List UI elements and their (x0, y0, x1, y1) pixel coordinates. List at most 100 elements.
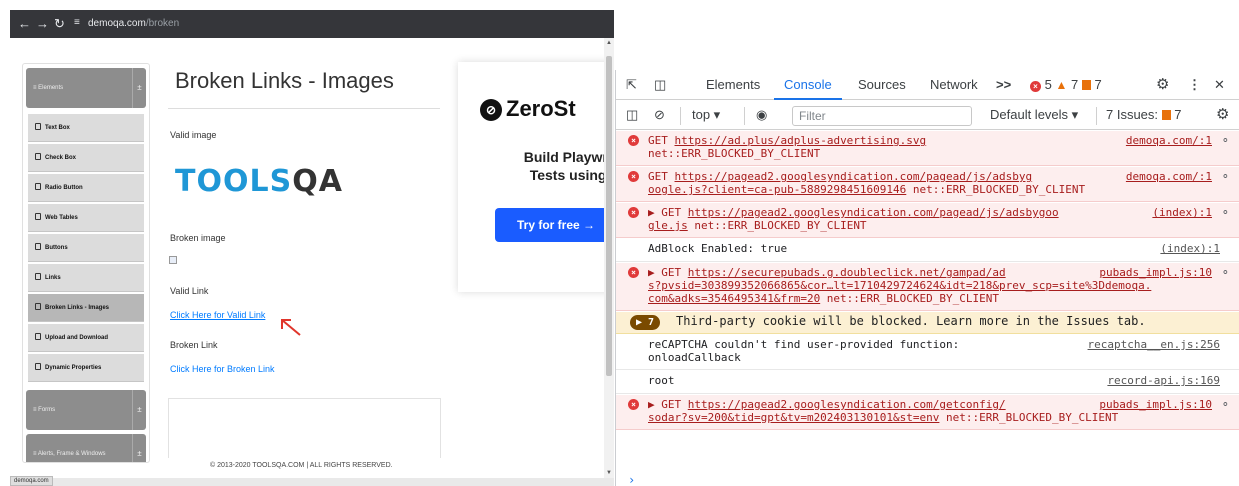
collapse-icon[interactable]: ± (132, 68, 146, 108)
site-info-icon[interactable]: ≡ (74, 17, 80, 28)
network-request-icon[interactable]: ⚬ (1221, 266, 1230, 279)
context-selector[interactable]: top ▾ (692, 107, 720, 123)
console-error-message[interactable]: × ▶ GET https://pagead2.googlesyndicatio… (616, 395, 1239, 430)
request-url-link[interactable]: oogle.js?client=ca-pub-5889298451609146 (648, 183, 906, 196)
settings-gear-icon[interactable]: ⚙ (1156, 75, 1169, 93)
valid-image-label: Valid image (170, 130, 217, 140)
request-url-link[interactable]: com&adks=3546495341&frm=20 (648, 292, 820, 305)
console-log-message[interactable]: AdBlock Enabled: true (index):1 (616, 239, 1239, 262)
request-url-link[interactable]: sodar?sv=200&tid=gpt&tv=m202403130101&st… (648, 411, 939, 424)
log-text: onloadCallback (648, 351, 741, 364)
sidebar-item-upload-download[interactable]: Upload and Download (28, 324, 144, 352)
error-icon: × (628, 399, 639, 410)
network-request-icon[interactable]: ⚬ (1221, 134, 1230, 147)
error-counter[interactable]: × 5 ▲ 7 7 (1030, 77, 1102, 92)
network-request-icon[interactable]: ⚬ (1221, 206, 1230, 219)
source-link[interactable]: (index):1 (1160, 242, 1220, 255)
ad-brand: ⊘ ZeroSt (480, 96, 576, 122)
scrollbar-thumb[interactable] (606, 56, 612, 376)
sidebar: ≡ Elements ± Text Box Check Box Radio Bu… (22, 63, 150, 463)
scroll-up-icon[interactable]: ▲ (606, 40, 612, 46)
console-issue-message[interactable]: ▶ 7 Third-party cookie will be blocked. … (616, 312, 1239, 334)
tab-network[interactable]: Network (930, 77, 978, 92)
sidebar-item-buttons[interactable]: Buttons (28, 234, 144, 262)
group-elements-header[interactable]: ≡ Elements ± (26, 68, 146, 108)
status-tooltip: demoqa.com (10, 476, 53, 486)
issues-button[interactable]: 7 Issues: 7 (1106, 107, 1182, 122)
expand-toggle[interactable]: ▶ GET (648, 206, 688, 219)
request-url-link[interactable]: https://pagead2.googlesyndication.com/pa… (688, 206, 1059, 219)
request-url-link[interactable]: https://pagead2.googlesyndication.com/ge… (688, 398, 1006, 411)
kebab-menu-icon[interactable]: ⋮ (1188, 77, 1201, 93)
valid-link[interactable]: Click Here for Valid Link (170, 310, 265, 320)
source-link[interactable]: demoqa.com/:1 (1126, 134, 1212, 147)
request-url-link[interactable]: https://pagead2.googlesyndication.com/pa… (675, 170, 1033, 183)
console-log-message[interactable]: root record-api.js:169 (616, 371, 1239, 394)
console-error-message[interactable]: × GET https://pagead2.googlesyndication.… (616, 167, 1239, 202)
logo-qa: QA (292, 164, 343, 199)
console-error-message[interactable]: × GET https://ad.plus/adplus-advertising… (616, 131, 1239, 166)
network-request-icon[interactable]: ⚬ (1221, 170, 1230, 183)
item-icon (35, 123, 41, 130)
sidebar-item-broken-links[interactable]: Broken Links - Images (28, 294, 144, 322)
live-expression-eye-icon[interactable]: ◉ (756, 107, 767, 123)
source-link[interactable]: pubads_impl.js:10 (1099, 398, 1212, 411)
toolsqa-logo: TOOLSQA (175, 164, 343, 199)
expand-icon[interactable]: ± (132, 390, 146, 430)
expand-icon[interactable]: ± (132, 434, 146, 462)
console-log-message[interactable]: reCAPTCHA couldn't find user-provided fu… (616, 335, 1239, 370)
error-icon: × (1030, 81, 1041, 92)
source-link[interactable]: (index):1 (1152, 206, 1212, 219)
request-url-link[interactable]: gle.js (648, 219, 688, 232)
sidebar-item-dynamic-properties[interactable]: Dynamic Properties (28, 354, 144, 382)
reload-icon[interactable]: ↻ (54, 16, 65, 32)
close-icon[interactable]: ✕ (1214, 77, 1225, 93)
console-settings-gear-icon[interactable]: ⚙ (1216, 105, 1229, 123)
sidebar-item-links[interactable]: Links (28, 264, 144, 292)
group-alerts-header[interactable]: ≡ Alerts, Frame & Windows ± (26, 434, 146, 462)
request-url-link[interactable]: s?pvsid=303899352066865&cor…lt=171042972… (648, 279, 1151, 292)
sidebar-toggle-icon[interactable]: ◫ (626, 107, 638, 123)
console-error-message[interactable]: × ▶ GET https://pagead2.googlesyndicatio… (616, 203, 1239, 238)
advertisement[interactable]: ⊘ ZeroSt Build Playwrig Tests using , Try… (458, 62, 613, 292)
device-toggle-icon[interactable]: ◫ (654, 77, 666, 93)
url-field[interactable]: demoqa.com/broken (88, 17, 179, 31)
ad-cta-button[interactable]: Try for free → (495, 208, 613, 242)
inspect-icon[interactable]: ⇱ (626, 77, 637, 93)
broken-link[interactable]: Click Here for Broken Link (170, 364, 275, 374)
sidebar-item-text-box[interactable]: Text Box (28, 114, 144, 142)
filter-input[interactable]: Filter (792, 106, 972, 126)
group-forms-header[interactable]: ≡ Forms ± (26, 390, 146, 430)
horizontal-scrollbar[interactable] (10, 478, 614, 486)
console-error-message[interactable]: × ▶ GET https://securepubads.g.doublecli… (616, 263, 1239, 311)
network-request-icon[interactable]: ⚬ (1221, 398, 1230, 411)
divider (744, 107, 745, 125)
forward-icon[interactable]: → (36, 16, 49, 32)
error-text: net::ERR_BLOCKED_BY_CLIENT (648, 147, 821, 160)
more-tabs-icon[interactable]: >> (996, 77, 1011, 92)
source-link[interactable]: recaptcha__en.js:256 (1088, 338, 1220, 351)
error-text: net::ERR_BLOCKED_BY_CLIENT (906, 183, 1086, 196)
request-url-link[interactable]: https://securepubads.g.doubleclick.net/g… (688, 266, 1006, 279)
sidebar-item-web-tables[interactable]: Web Tables (28, 204, 144, 232)
sidebar-item-check-box[interactable]: Check Box (28, 144, 144, 172)
source-link[interactable]: demoqa.com/:1 (1126, 170, 1212, 183)
clear-console-icon[interactable]: ⊘ (654, 107, 665, 123)
issue-count-badge[interactable]: ▶ 7 (630, 315, 660, 330)
scroll-down-icon[interactable]: ▼ (606, 470, 612, 476)
console-prompt[interactable]: › (628, 473, 635, 486)
tab-elements[interactable]: Elements (706, 77, 760, 92)
console-log: × GET https://ad.plus/adplus-advertising… (616, 131, 1239, 486)
sidebar-item-radio-button[interactable]: Radio Button (28, 174, 144, 202)
source-link[interactable]: pubads_impl.js:10 (1099, 266, 1212, 279)
vertical-scrollbar[interactable]: ▲ ▼ (604, 38, 614, 478)
request-url-link[interactable]: https://ad.plus/adplus-advertising.svg (675, 134, 927, 147)
tab-sources[interactable]: Sources (858, 77, 906, 92)
source-link[interactable]: record-api.js:169 (1107, 374, 1220, 387)
log-levels-dropdown[interactable]: Default levels ▾ (990, 107, 1078, 123)
back-icon[interactable]: ← (18, 16, 31, 32)
expand-toggle[interactable]: ▶ GET (648, 398, 688, 411)
group-alerts-label: Alerts, Frame & Windows (37, 451, 106, 457)
tab-console[interactable]: Console (784, 77, 832, 92)
expand-toggle[interactable]: ▶ GET (648, 266, 688, 279)
